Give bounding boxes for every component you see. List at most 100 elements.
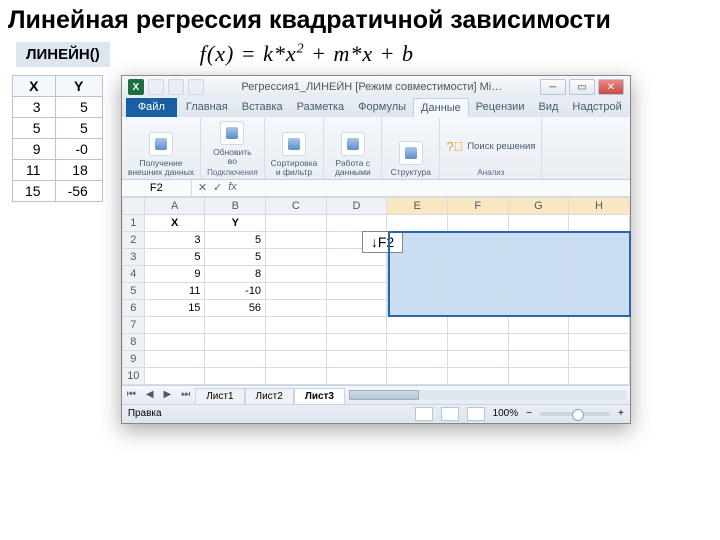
col-header-B[interactable]: B (205, 197, 266, 214)
cell-H2[interactable] (569, 231, 630, 248)
ribbon-group-outline[interactable]: Структура (382, 117, 440, 179)
view-layout-icon[interactable] (441, 407, 459, 421)
cell-B1[interactable]: Y (205, 214, 266, 231)
cell-C4[interactable] (266, 265, 327, 282)
ribbon-tab-разметка[interactable]: Разметка (290, 98, 352, 117)
col-header-A[interactable]: A (144, 197, 205, 214)
cell-C2[interactable] (266, 231, 327, 248)
zoom-slider[interactable] (540, 412, 610, 416)
cell-B6[interactable]: 56 (205, 299, 266, 316)
cell-C3[interactable] (266, 248, 327, 265)
cell-B8[interactable] (205, 333, 266, 350)
cell-C8[interactable] (266, 333, 327, 350)
col-header-C[interactable]: C (266, 197, 327, 214)
qat-save-icon[interactable] (148, 79, 164, 95)
cell-H6[interactable] (569, 299, 630, 316)
qat-undo-icon[interactable] (168, 79, 184, 95)
cell-G6[interactable] (508, 299, 569, 316)
horizontal-scrollbar[interactable] (349, 390, 626, 400)
cell-G8[interactable] (508, 333, 569, 350)
col-header-F[interactable]: F (447, 197, 508, 214)
cell-H4[interactable] (569, 265, 630, 282)
col-header-G[interactable]: G (508, 197, 569, 214)
row-header[interactable]: 10 (122, 367, 144, 384)
row-header[interactable]: 4 (122, 265, 144, 282)
cell-D5[interactable] (326, 282, 387, 299)
cell-A7[interactable] (144, 316, 205, 333)
col-header-H[interactable]: H (569, 197, 630, 214)
sheet-tab-Лист2[interactable]: Лист2 (245, 388, 294, 404)
cell-C5[interactable] (266, 282, 327, 299)
qat-redo-icon[interactable] (188, 79, 204, 95)
cell-A9[interactable] (144, 350, 205, 367)
sheet-tab-Лист3[interactable]: Лист3 (294, 388, 345, 404)
sheet-nav-first[interactable]: ⏮ (122, 387, 141, 402)
ribbon-tab-главная[interactable]: Главная (179, 98, 235, 117)
ribbon-tab-вставка[interactable]: Вставка (235, 98, 290, 117)
cell-H3[interactable] (569, 248, 630, 265)
ribbon-group-data-tools[interactable]: Работа с данными (324, 117, 382, 179)
cell-A8[interactable] (144, 333, 205, 350)
cell-F9[interactable] (447, 350, 508, 367)
cell-H1[interactable] (569, 214, 630, 231)
cell-D9[interactable] (326, 350, 387, 367)
cell-G9[interactable] (508, 350, 569, 367)
cell-C6[interactable] (266, 299, 327, 316)
cell-F5[interactable] (447, 282, 508, 299)
cell-D8[interactable] (326, 333, 387, 350)
cell-E7[interactable] (387, 316, 448, 333)
cell-G1[interactable] (508, 214, 569, 231)
close-button[interactable]: ✕ (598, 79, 624, 95)
cell-G2[interactable] (508, 231, 569, 248)
col-header-E[interactable]: E (387, 197, 448, 214)
cell-C1[interactable] (266, 214, 327, 231)
row-header[interactable]: 7 (122, 316, 144, 333)
cell-C9[interactable] (266, 350, 327, 367)
view-normal-icon[interactable] (415, 407, 433, 421)
cell-E10[interactable] (387, 367, 448, 384)
cell-F6[interactable] (447, 299, 508, 316)
cell-B10[interactable] (205, 367, 266, 384)
row-header[interactable]: 3 (122, 248, 144, 265)
cell-E9[interactable] (387, 350, 448, 367)
fx-icon[interactable]: fx (228, 181, 237, 194)
cell-A2[interactable]: 3 (144, 231, 205, 248)
cell-A1[interactable]: X (144, 214, 205, 231)
row-header[interactable]: 5 (122, 282, 144, 299)
cell-F1[interactable] (447, 214, 508, 231)
cell-H8[interactable] (569, 333, 630, 350)
cell-G5[interactable] (508, 282, 569, 299)
cancel-formula-icon[interactable]: ✕ (198, 181, 207, 194)
cell-B2[interactable]: 5 (205, 231, 266, 248)
worksheet-area[interactable]: ABCDEFGH 1XY235355498511-106155678910 ↓F… (122, 197, 630, 385)
sheet-tab-Лист1[interactable]: Лист1 (195, 388, 244, 404)
ribbon-tab-формулы[interactable]: Формулы (351, 98, 413, 117)
cell-D1[interactable] (326, 214, 387, 231)
cell-B9[interactable] (205, 350, 266, 367)
cell-E6[interactable] (387, 299, 448, 316)
cell-D4[interactable] (326, 265, 387, 282)
cell-B4[interactable]: 8 (205, 265, 266, 282)
ribbon-group-connections[interactable]: Обновить во Подключения (201, 117, 265, 179)
cell-B5[interactable]: -10 (205, 282, 266, 299)
cell-H10[interactable] (569, 367, 630, 384)
row-header[interactable]: 2 (122, 231, 144, 248)
cell-E4[interactable] (387, 265, 448, 282)
view-pagebreak-icon[interactable] (467, 407, 485, 421)
cell-A4[interactable]: 9 (144, 265, 205, 282)
col-header-D[interactable]: D (326, 197, 387, 214)
cell-B7[interactable] (205, 316, 266, 333)
cell-D6[interactable] (326, 299, 387, 316)
cell-G10[interactable] (508, 367, 569, 384)
cell-F3[interactable] (447, 248, 508, 265)
cell-F8[interactable] (447, 333, 508, 350)
name-box[interactable]: F2 (122, 180, 192, 196)
cell-D10[interactable] (326, 367, 387, 384)
row-header[interactable]: 8 (122, 333, 144, 350)
ribbon-group-solver[interactable]: ?⃝ Поиск решения Анализ (440, 117, 542, 179)
row-header[interactable]: 1 (122, 214, 144, 231)
cell-F7[interactable] (447, 316, 508, 333)
ribbon-tab-рецензии[interactable]: Рецензии (469, 98, 532, 117)
maximize-button[interactable]: ▭ (569, 79, 595, 95)
formula-bar[interactable] (243, 186, 630, 190)
